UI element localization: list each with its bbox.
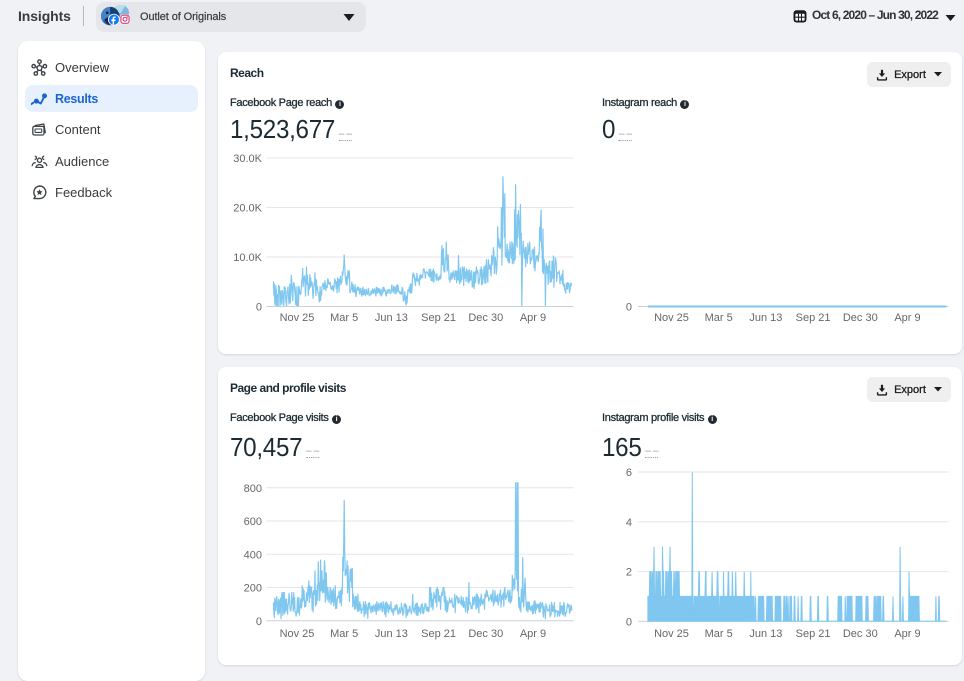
svg-text:Sep 21: Sep 21 <box>421 312 456 324</box>
svg-text:10.0K: 10.0K <box>233 252 262 264</box>
svg-text:0: 0 <box>626 616 632 628</box>
svg-text:Apr 9: Apr 9 <box>894 312 920 324</box>
svg-text:Nov 25: Nov 25 <box>280 312 315 324</box>
svg-text:Dec 30: Dec 30 <box>843 312 878 324</box>
svg-text:Sep 21: Sep 21 <box>421 628 456 640</box>
svg-text:Apr 9: Apr 9 <box>520 628 546 640</box>
svg-text:4: 4 <box>626 517 632 529</box>
svg-text:0: 0 <box>256 302 262 314</box>
svg-text:Nov 25: Nov 25 <box>654 628 689 640</box>
svg-text:2: 2 <box>626 567 632 579</box>
svg-text:Jun 13: Jun 13 <box>375 312 408 324</box>
svg-text:20.0K: 20.0K <box>233 203 262 215</box>
svg-text:400: 400 <box>244 549 262 561</box>
svg-text:Nov 25: Nov 25 <box>654 312 689 324</box>
svg-text:Mar 5: Mar 5 <box>705 312 733 324</box>
svg-text:Dec 30: Dec 30 <box>468 628 503 640</box>
svg-text:Jun 13: Jun 13 <box>749 628 782 640</box>
svg-text:0: 0 <box>626 302 632 314</box>
svg-text:Nov 25: Nov 25 <box>280 628 315 640</box>
svg-text:Sep 21: Sep 21 <box>796 628 831 640</box>
svg-text:Apr 9: Apr 9 <box>520 312 546 324</box>
svg-text:Apr 9: Apr 9 <box>894 628 920 640</box>
svg-text:600: 600 <box>244 516 262 528</box>
svg-text:Dec 30: Dec 30 <box>468 312 503 324</box>
svg-text:Sep 21: Sep 21 <box>796 312 831 324</box>
svg-text:800: 800 <box>244 483 262 495</box>
svg-text:6: 6 <box>626 467 632 479</box>
svg-text:Mar 5: Mar 5 <box>330 312 358 324</box>
svg-text:Mar 5: Mar 5 <box>705 628 733 640</box>
svg-text:Mar 5: Mar 5 <box>330 628 358 640</box>
svg-text:30.0K: 30.0K <box>233 153 262 165</box>
svg-text:200: 200 <box>244 583 262 595</box>
svg-text:0: 0 <box>256 616 262 628</box>
svg-text:Jun 13: Jun 13 <box>749 312 782 324</box>
svg-text:Jun 13: Jun 13 <box>375 628 408 640</box>
svg-text:Dec 30: Dec 30 <box>843 628 878 640</box>
